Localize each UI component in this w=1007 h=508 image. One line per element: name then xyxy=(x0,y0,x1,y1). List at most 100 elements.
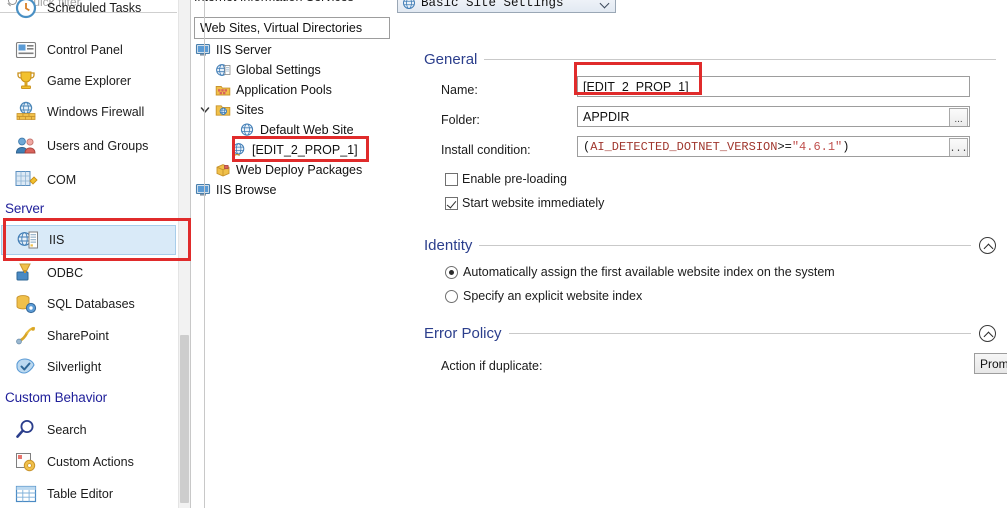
checkbox-unchecked-icon[interactable] xyxy=(445,172,458,186)
sidebar-item-custom-actions[interactable]: Custom Actions xyxy=(0,447,177,477)
tree-node[interactable]: Default Web Site xyxy=(239,120,354,140)
tree-node-label: Default Web Site xyxy=(260,123,354,137)
tree-node-label: Web Deploy Packages xyxy=(236,163,363,177)
condition-open-paren: ( xyxy=(583,139,591,154)
magnifier-icon xyxy=(14,418,38,442)
tree-node-label: Application Pools xyxy=(236,83,332,97)
tree-node[interactable]: IIS Server xyxy=(195,40,272,60)
firewall-icon xyxy=(14,100,38,124)
chevron-down-icon[interactable] xyxy=(199,104,211,116)
website-icon xyxy=(239,122,255,138)
view-selector-dropdown[interactable]: Basic Site Settings xyxy=(397,0,616,13)
checkbox-label: Enable pre-loading xyxy=(462,172,567,186)
checkbox-enable-pre-loading[interactable]: Enable pre-loading xyxy=(445,172,567,186)
sidebar-heading: Custom Behavior xyxy=(5,390,108,405)
sidebar-item-silverlight[interactable]: Silverlight xyxy=(0,352,177,382)
tree-node-label: IIS Server xyxy=(216,43,272,57)
folder-input-value: APPDIR xyxy=(583,109,630,124)
section-rule xyxy=(508,333,971,334)
sidebar-item-label: IIS xyxy=(49,233,65,247)
globe-icon xyxy=(402,0,416,10)
sidebar-item-sql-databases[interactable]: SQL Databases xyxy=(0,289,177,319)
section-header-general: General xyxy=(424,51,996,68)
sidebar-item-table-editor[interactable]: Table Editor xyxy=(0,479,177,508)
odbc-icon xyxy=(14,261,38,285)
trophy-icon xyxy=(14,69,38,93)
tree-node[interactable]: Application Pools xyxy=(215,80,332,100)
name-label: Name: xyxy=(441,83,478,97)
action-if-duplicate-value: Prompt user to skip item or rollback ins… xyxy=(980,356,1007,371)
folder-input[interactable]: APPDIR ... xyxy=(577,106,970,127)
tree-node[interactable]: [EDIT_2_PROP_1] xyxy=(231,140,358,160)
sidebar-item-label: Scheduled Tasks xyxy=(47,1,142,15)
sidebar-item-label: Control Panel xyxy=(47,43,123,57)
tree-node[interactable]: Sites xyxy=(200,100,264,120)
collapse-section-button[interactable] xyxy=(979,237,996,254)
sidebar-item-iis[interactable]: IIS xyxy=(1,225,176,255)
checkbox-start-website-immediately[interactable]: Start website immediately xyxy=(445,196,604,210)
sidebar-item-search[interactable]: Search xyxy=(0,415,177,445)
radio-label: Automatically assign the first available… xyxy=(463,265,835,279)
radio-selected-icon[interactable] xyxy=(445,265,458,279)
name-input-value: [EDIT_2_PROP_1] xyxy=(583,79,689,94)
table-editor-icon xyxy=(14,482,38,506)
section-title: Identity xyxy=(424,237,473,254)
tree-node[interactable]: Global Settings xyxy=(215,60,321,80)
tree-panel-title: Internet Information Services xyxy=(194,0,392,10)
folder-label: Folder: xyxy=(441,113,480,127)
feature-sidebar: Quick filter Server Custom Behavior Sched… xyxy=(0,0,191,508)
section-header-identity: Identity xyxy=(424,237,996,254)
sidebar-item-label: Custom Actions xyxy=(47,455,134,469)
iis-tree-panel: Internet Information Services Web Sites,… xyxy=(191,0,396,508)
sidebar-item-sharepoint[interactable]: SharePoint xyxy=(0,321,177,351)
sidebar-item-label: COM xyxy=(47,173,77,187)
install-condition-input[interactable]: (AI_DETECTED_DOTNET_VERSION >= "4.6.1") … xyxy=(577,136,970,157)
radio-unselected-icon[interactable] xyxy=(445,289,458,303)
computer-icon xyxy=(195,42,211,58)
sharepoint-icon xyxy=(14,324,38,348)
section-rule xyxy=(484,59,996,60)
sidebar-item-label: SharePoint xyxy=(47,329,109,343)
package-icon xyxy=(215,162,231,178)
users-icon xyxy=(14,134,38,158)
tree-node-label: [EDIT_2_PROP_1] xyxy=(252,143,358,157)
section-rule xyxy=(479,245,971,246)
radio-option-2[interactable]: Specify an explicit website index xyxy=(445,289,642,303)
sidebar-item-label: Users and Groups xyxy=(47,139,149,153)
sidebar-item-label: Search xyxy=(47,423,87,437)
checkbox-checked-icon[interactable] xyxy=(445,196,458,210)
sidebar-item-com[interactable]: COM xyxy=(0,165,177,195)
folder-browse-button[interactable]: ... xyxy=(949,108,968,126)
sidebar-item-windows-firewall[interactable]: Windows Firewall xyxy=(0,97,177,127)
iis-icon xyxy=(16,228,40,252)
tree-node[interactable]: Web Deploy Packages xyxy=(215,160,362,180)
checkbox-label: Start website immediately xyxy=(462,196,605,210)
action-if-duplicate-select[interactable]: Prompt user to skip item or rollback ins… xyxy=(974,353,1007,374)
install-condition-browse-button[interactable]: ... xyxy=(949,138,968,156)
radio-label: Specify an explicit website index xyxy=(463,289,643,303)
condition-operator: >= xyxy=(777,139,792,154)
name-input[interactable]: [EDIT_2_PROP_1] xyxy=(577,76,970,97)
sidebar-item-label: ODBC xyxy=(47,266,84,280)
sidebar-item-odbc[interactable]: ODBC xyxy=(0,258,177,288)
section-title: Error Policy xyxy=(424,325,502,342)
tree-filter-value: Web Sites, Virtual Directories xyxy=(200,21,363,35)
sidebar-scrollbar-thumb[interactable] xyxy=(180,335,189,503)
computer-icon xyxy=(195,182,211,198)
radio-option-1[interactable]: Automatically assign the first available… xyxy=(445,265,835,279)
sidebar-item-control-panel[interactable]: Control Panel xyxy=(0,35,177,65)
tree-node-label: Sites xyxy=(236,103,264,117)
section-title: General xyxy=(424,51,478,68)
tree-filter-input[interactable]: Web Sites, Virtual Directories xyxy=(194,17,390,39)
section-header-error_policy: Error Policy xyxy=(424,325,996,342)
tree-node-label: IIS Browse xyxy=(216,183,277,197)
sidebar-item-scheduled-tasks[interactable]: Scheduled Tasks xyxy=(0,0,177,23)
chevron-down-icon xyxy=(599,0,611,9)
action-if-duplicate-label: Action if duplicate: xyxy=(441,359,543,373)
collapse-section-button[interactable] xyxy=(979,325,996,342)
sidebar-item-game-explorer[interactable]: Game Explorer xyxy=(0,66,177,96)
sidebar-item-users-and-groups[interactable]: Users and Groups xyxy=(0,131,177,161)
tree-node[interactable]: IIS Browse xyxy=(195,180,276,200)
settings-panel: Basic Site Settings General Identity Error… xyxy=(397,0,1007,508)
control-panel-icon xyxy=(14,38,38,62)
